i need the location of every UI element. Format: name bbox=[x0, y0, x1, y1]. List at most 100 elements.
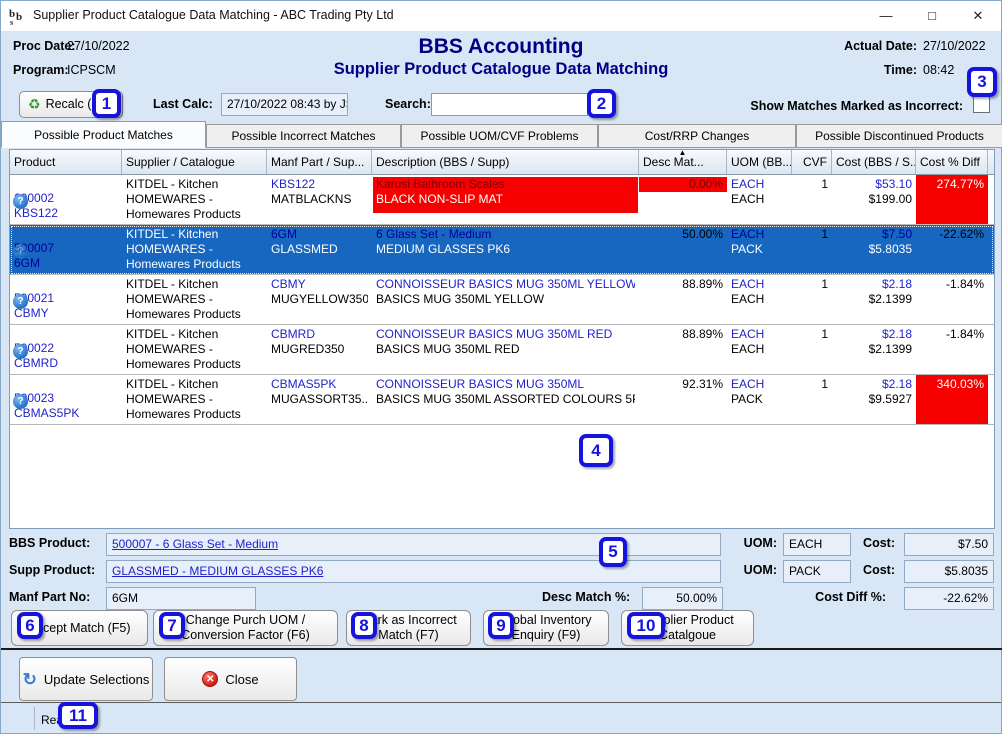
cell-description: Karusi Bathroom ScalesBLACK NON-SLIP MAT bbox=[372, 175, 639, 224]
som-marker-5: 5 bbox=[599, 537, 627, 567]
bbs-product-field[interactable]: 500007 - 6 Glass Set - Medium bbox=[106, 533, 721, 556]
cell-desc-match: 88.89% bbox=[639, 275, 727, 324]
cell-supplier: KITDEL - KitchenHOMEWARES -Homewares Pro… bbox=[122, 225, 267, 274]
cell-product: ?500022CBMRD bbox=[10, 325, 122, 374]
manf-part-label: Manf Part No: bbox=[9, 590, 90, 604]
table-body: ?600002KBS122KITDEL - KitchenHOMEWARES -… bbox=[10, 175, 994, 425]
som-marker-9: 9 bbox=[488, 612, 514, 639]
actual-date-label: Actual Date: bbox=[844, 39, 917, 53]
show-incorrect-checkbox[interactable] bbox=[973, 96, 990, 113]
svg-text:s: s bbox=[10, 18, 13, 26]
column-header-cvf[interactable]: CVF bbox=[792, 150, 832, 174]
cell-product: ?600002KBS122 bbox=[10, 175, 122, 224]
som-marker-1: 1 bbox=[92, 89, 121, 118]
tab-possible-incorrect-matches[interactable]: Possible Incorrect Matches bbox=[206, 124, 401, 148]
column-header-cost-diff[interactable]: Cost % Diff bbox=[916, 150, 988, 174]
column-header-product[interactable]: Product bbox=[10, 150, 122, 174]
last-calc-value: 27/10/2022 08:43 by JS2 bbox=[221, 93, 348, 116]
cell-cost-diff: -22.62% bbox=[916, 225, 988, 274]
cell-cost-diff: -1.84% bbox=[916, 325, 988, 374]
column-header-manf-part-sup-[interactable]: Manf Part / Sup... bbox=[267, 150, 372, 174]
last-calc-label: Last Calc: bbox=[153, 97, 213, 111]
button-label: Conversion Factor (F6) bbox=[181, 628, 310, 643]
search-input[interactable] bbox=[431, 93, 588, 116]
minimize-button[interactable]: — bbox=[863, 1, 909, 31]
cell-cost-diff: 274.77% bbox=[916, 175, 988, 224]
cost-diff-label: Cost Diff %: bbox=[815, 590, 886, 604]
column-header-supplier-catalogue[interactable]: Supplier / Catalogue bbox=[122, 150, 267, 174]
table-row[interactable]: ?500021CBMYKITDEL - KitchenHOMEWARES -Ho… bbox=[10, 275, 994, 325]
tab-possible-product-matches[interactable]: Possible Product Matches bbox=[1, 121, 206, 148]
cell-cvf: 1 bbox=[792, 325, 832, 374]
supp-cost-label: Cost: bbox=[863, 563, 895, 577]
table-row[interactable]: ?600002KBS122KITDEL - KitchenHOMEWARES -… bbox=[10, 175, 994, 225]
question-mark-icon: ? bbox=[13, 194, 28, 209]
question-mark-icon: ? bbox=[13, 344, 28, 359]
status-divider bbox=[34, 707, 35, 730]
bbs-product-link[interactable]: 500007 - 6 Glass Set - Medium bbox=[112, 537, 278, 551]
cell-uom: EACHEACH bbox=[727, 175, 792, 224]
close-window-button[interactable]: ✕ bbox=[955, 1, 1001, 31]
cell-cvf: 1 bbox=[792, 375, 832, 424]
tab-possible-uom-cvf-problems[interactable]: Possible UOM/CVF Problems bbox=[401, 124, 598, 148]
status-bar: Ready bbox=[1, 702, 1001, 733]
bbs-product-label: BBS Product: bbox=[9, 536, 90, 550]
tab-possible-discontinued-products[interactable]: Possible Discontinued Products bbox=[796, 124, 1002, 148]
time-value: 08:42 bbox=[923, 63, 954, 77]
supp-cost-field: $5.8035 bbox=[904, 560, 994, 583]
cell-cost: $7.50$5.8035 bbox=[832, 225, 916, 274]
button-label: Enquiry (F9) bbox=[512, 628, 581, 643]
update-icon: ↻ bbox=[23, 672, 37, 687]
supp-product-link[interactable]: GLASSMED - MEDIUM GLASSES PK6 bbox=[112, 564, 323, 578]
maximize-button[interactable]: □ bbox=[909, 1, 955, 31]
table-row[interactable]: ?500022CBMRDKITDEL - KitchenHOMEWARES -H… bbox=[10, 325, 994, 375]
column-header-uom-bb-[interactable]: UOM (BB... bbox=[727, 150, 792, 174]
titlebar[interactable]: b b s Supplier Product Catalogue Data Ma… bbox=[1, 1, 1001, 32]
cell-supplier: KITDEL - KitchenHOMEWARES -Homewares Pro… bbox=[122, 375, 267, 424]
cell-description: CONNOISSEUR BASICS MUG 350MLBASICS MUG 3… bbox=[372, 375, 639, 424]
cell-cvf: 1 bbox=[792, 225, 832, 274]
bbs-cost-field: $7.50 bbox=[904, 533, 994, 556]
som-marker-2: 2 bbox=[587, 89, 616, 118]
cell-manf-part: CBMRDMUGRED350 bbox=[267, 325, 372, 374]
close-button[interactable]: ✕ Close bbox=[164, 657, 297, 701]
table-row[interactable]: ?5000076GMKITDEL - KitchenHOMEWARES -Hom… bbox=[10, 225, 994, 275]
cell-desc-match: 92.31% bbox=[639, 375, 727, 424]
column-header-desc-mat-[interactable]: Desc Mat...▲ bbox=[639, 150, 727, 174]
supp-product-field[interactable]: GLASSMED - MEDIUM GLASSES PK6 bbox=[106, 560, 721, 583]
cell-manf-part: KBS122MATBLACKNS bbox=[267, 175, 372, 224]
som-marker-3: 3 bbox=[967, 67, 997, 97]
update-selections-button[interactable]: ↻ Update Selections bbox=[19, 657, 153, 701]
tab-cost-rrp-changes[interactable]: Cost/RRP Changes bbox=[598, 124, 796, 148]
cell-product: ?5000076GM bbox=[10, 225, 122, 274]
show-incorrect-label: Show Matches Marked as Incorrect: bbox=[750, 99, 963, 113]
supp-uom-field: PACK bbox=[783, 560, 851, 583]
cell-product: ?500023CBMAS5PK bbox=[10, 375, 122, 424]
column-header-description-bbs-supp-[interactable]: Description (BBS / Supp) bbox=[372, 150, 639, 174]
cell-desc-match: 50.00% bbox=[639, 225, 727, 274]
som-marker-7: 7 bbox=[159, 612, 185, 639]
question-mark-icon: ? bbox=[13, 244, 28, 259]
cell-supplier: KITDEL - KitchenHOMEWARES -Homewares Pro… bbox=[122, 175, 267, 224]
desc-match-field: 50.00% bbox=[642, 587, 723, 610]
cell-uom: EACHPACK bbox=[727, 375, 792, 424]
cell-supplier: KITDEL - KitchenHOMEWARES -Homewares Pro… bbox=[122, 325, 267, 374]
recycle-icon: ♻ bbox=[28, 97, 41, 112]
cell-cvf: 1 bbox=[792, 275, 832, 324]
page-title: Supplier Product Catalogue Data Matching bbox=[1, 60, 1001, 79]
app-window: b b s Supplier Product Catalogue Data Ma… bbox=[0, 0, 1002, 734]
cell-manf-part: CBMYMUGYELLOW350 bbox=[267, 275, 372, 324]
question-mark-icon: ? bbox=[13, 394, 28, 409]
table-row[interactable]: ?500023CBMAS5PKKITDEL - KitchenHOMEWARES… bbox=[10, 375, 994, 425]
cell-desc-match: 0.00% bbox=[639, 175, 727, 224]
supp-uom-label: UOM: bbox=[744, 563, 777, 577]
button-label: Catalgoue bbox=[659, 628, 716, 643]
cell-description: CONNOISSEUR BASICS MUG 350ML REDBASICS M… bbox=[372, 325, 639, 374]
desc-match-label: Desc Match %: bbox=[542, 590, 630, 604]
svg-text:b: b bbox=[16, 11, 22, 23]
cell-description: CONNOISSEUR BASICS MUG 350ML YELLOWBASIC… bbox=[372, 275, 639, 324]
column-header-cost-bbs-s-[interactable]: Cost (BBS / S... bbox=[832, 150, 916, 174]
som-marker-11: 11 bbox=[58, 702, 98, 729]
som-marker-6: 6 bbox=[17, 612, 43, 639]
bbs-cost-label: Cost: bbox=[863, 536, 895, 550]
